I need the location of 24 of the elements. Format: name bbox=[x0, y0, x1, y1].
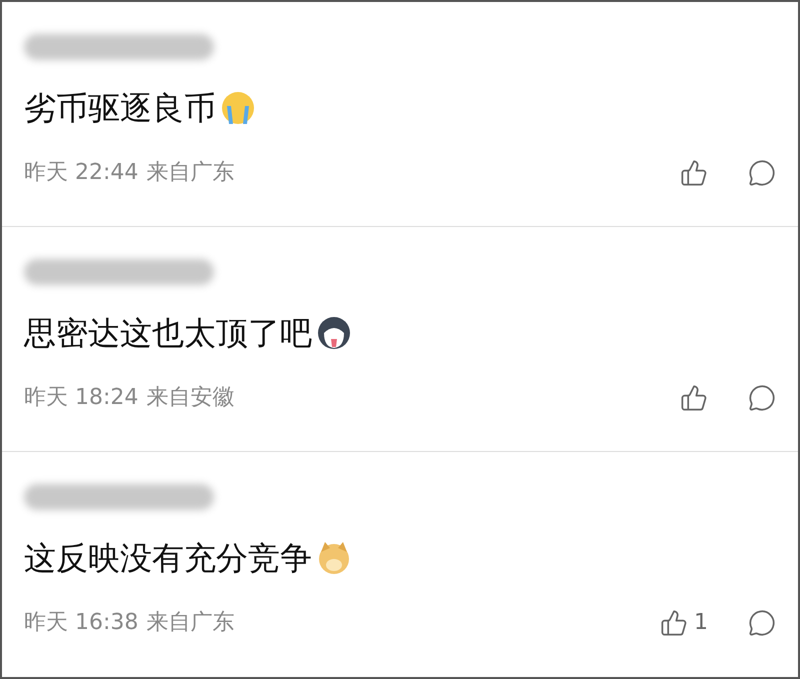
comment-icon bbox=[748, 608, 776, 636]
comment-text: 思密达这也太顶了吧 bbox=[24, 317, 312, 349]
thumbs-up-icon bbox=[680, 384, 708, 412]
comment-icon bbox=[748, 384, 776, 412]
comment-text: 这反映没有充分竞争 bbox=[24, 542, 312, 574]
dog-emoji-icon bbox=[316, 540, 352, 576]
comment-location: 来自广东 bbox=[146, 609, 234, 637]
comment-location: 来自安徽 bbox=[146, 384, 234, 412]
reply-button[interactable] bbox=[748, 608, 776, 636]
like-button[interactable] bbox=[680, 384, 708, 412]
comment-location: 来自广东 bbox=[146, 159, 234, 187]
crying-emoji-icon bbox=[220, 90, 256, 126]
thumbs-up-icon bbox=[660, 608, 688, 636]
thumbs-up-icon bbox=[680, 158, 708, 186]
comment-icon bbox=[748, 158, 776, 186]
reply-button[interactable] bbox=[748, 384, 776, 412]
comment-time: 昨天 16:38 bbox=[24, 609, 138, 637]
like-button[interactable] bbox=[680, 158, 708, 186]
reply-button[interactable] bbox=[748, 158, 776, 186]
dog-emoji-icon bbox=[316, 315, 352, 351]
comment-time: 昨天 22:44 bbox=[24, 159, 138, 187]
like-button[interactable]: 1 bbox=[660, 606, 708, 639]
comment-text: 劣币驱逐良币 bbox=[24, 92, 216, 124]
comment-time: 昨天 18:24 bbox=[24, 384, 138, 412]
